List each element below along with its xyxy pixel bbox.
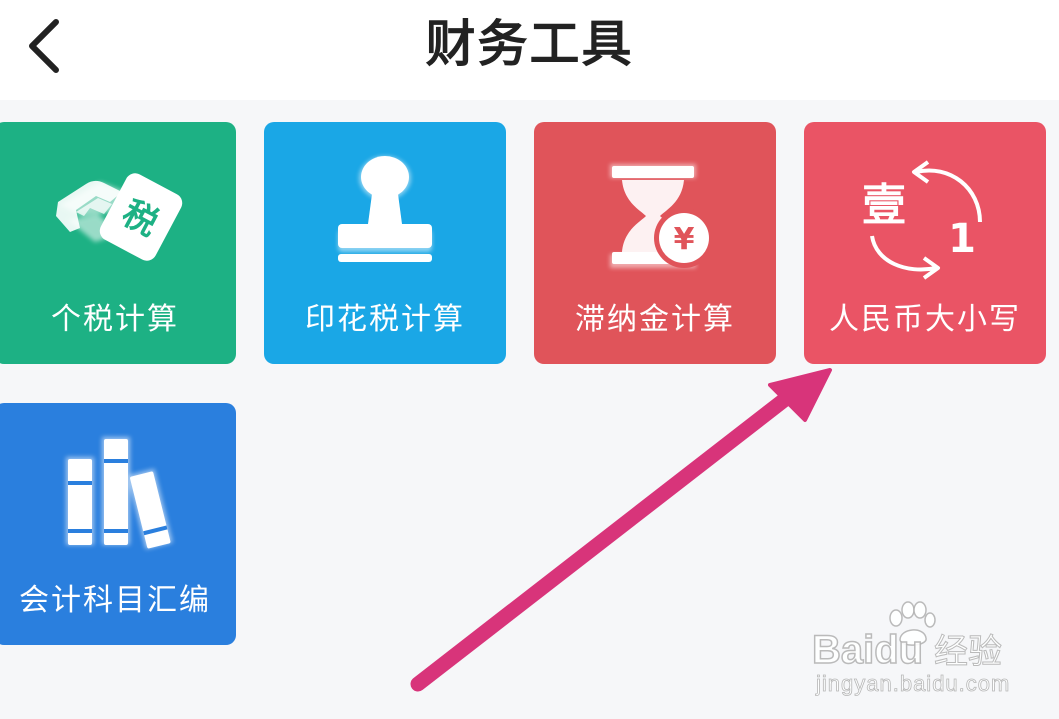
tool-label: 印花税计算 xyxy=(305,302,465,337)
tool-tile-rmb-case-convert[interactable]: 壹 1 人民币大小写 xyxy=(804,122,1046,364)
tool-label: 个税计算 xyxy=(51,302,179,337)
tool-tile-late-fee[interactable]: ¥ 滞纳金计算 xyxy=(534,122,776,364)
books-icon xyxy=(0,431,236,571)
lower-digit-char: 1 xyxy=(948,216,976,262)
currency-case-convert-icon: 壹 1 xyxy=(804,150,1046,290)
tool-label: 滞纳金计算 xyxy=(575,302,735,337)
tool-tile-accounting-subjects[interactable]: 会计科目汇编 xyxy=(0,403,236,645)
tool-tile-stamp-duty[interactable]: 印花税计算 xyxy=(264,122,506,364)
watermark: Baidu 经验 jingyan.baidu.com xyxy=(811,600,1052,710)
tool-label: 会计科目汇编 xyxy=(19,583,211,618)
watermark-brand: Baidu xyxy=(811,627,924,673)
tool-label: 人民币大小写 xyxy=(829,302,1021,337)
hourglass-yen-icon: ¥ xyxy=(534,150,776,290)
top-bar: 财务工具 xyxy=(0,0,1059,100)
watermark-sub: 经验 xyxy=(934,632,1003,673)
watermark-url: jingyan.baidu.com xyxy=(816,671,1011,697)
yen-char: ¥ xyxy=(674,222,695,257)
tool-tile-income-tax[interactable]: 税 个税计算 xyxy=(0,122,236,364)
tax-handshake-icon: 税 xyxy=(0,150,236,290)
stamp-icon xyxy=(264,150,506,290)
upper-digit-char: 壹 xyxy=(862,180,906,231)
page-title: 财务工具 xyxy=(425,15,634,73)
